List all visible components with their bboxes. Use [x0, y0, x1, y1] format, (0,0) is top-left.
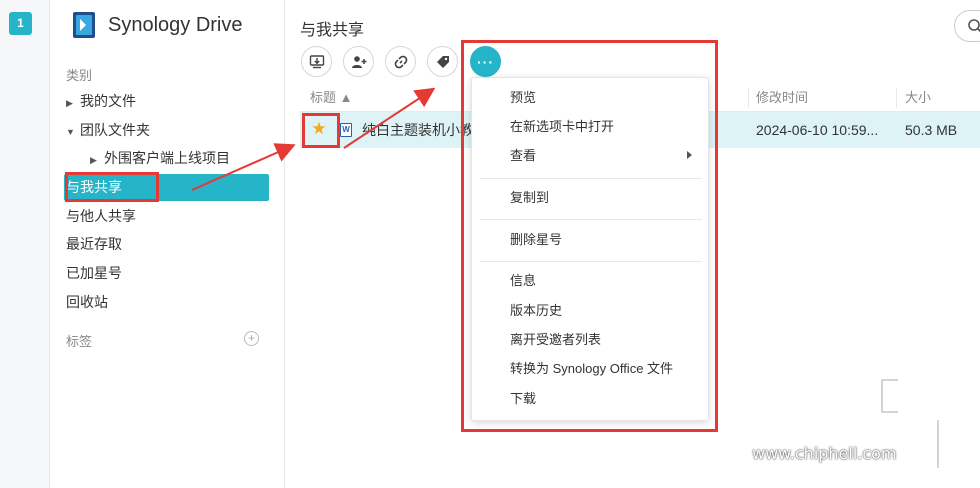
nav-label: 团队文件夹	[80, 122, 150, 138]
nav-team-folder[interactable]: ▼ 团队文件夹	[66, 117, 150, 143]
add-tag-button[interactable]: +	[244, 331, 259, 346]
column-modified[interactable]: 修改时间	[756, 84, 808, 112]
annotation-box-nav	[65, 172, 159, 202]
chevron-right-icon[interactable]: ▶	[66, 90, 78, 116]
nav-recycle-bin[interactable]: 回收站	[66, 289, 108, 315]
synology-drive-logo-icon	[73, 12, 95, 38]
file-modified: 2024-06-10 10:59...	[756, 122, 879, 138]
watermark-url: www.chiphell.com	[752, 444, 897, 463]
nav-my-files[interactable]: ▶ 我的文件	[66, 88, 136, 114]
annotation-box-menu	[461, 40, 718, 432]
search-button[interactable]	[954, 10, 980, 42]
chevron-right-icon[interactable]: ▶	[90, 147, 102, 173]
link-icon	[394, 55, 407, 68]
app-window: 1 Synology Drive 类别 ▶ 我的文件 ▼ 团队文件夹 ▶ 外围客户端上…	[0, 0, 980, 488]
annotation-box-star	[302, 113, 340, 148]
workspace-badge[interactable]: 1	[9, 12, 32, 35]
file-size: 50.3 MB	[905, 122, 958, 138]
left-rail: 1	[0, 0, 50, 488]
tag-button[interactable]	[427, 46, 458, 77]
add-user-icon	[351, 55, 366, 68]
app-title: Synology Drive	[108, 14, 243, 36]
tags-label: 标签	[66, 334, 93, 349]
search-icon	[968, 19, 980, 33]
chevron-down-icon[interactable]: ▼	[66, 119, 78, 145]
link-button[interactable]	[385, 46, 416, 77]
word-file-icon: W	[340, 123, 352, 137]
column-size[interactable]: 大小	[905, 84, 931, 112]
nav-starred[interactable]: 已加星号	[66, 260, 122, 286]
nav-label: 我的文件	[80, 93, 136, 109]
nav-recent[interactable]: 最近存取	[66, 231, 122, 257]
column-divider[interactable]	[748, 88, 749, 108]
nav-project-folder[interactable]: ▶ 外围客户端上线项目	[90, 145, 230, 171]
nav-shared-with-others[interactable]: 与他人共享	[66, 203, 136, 229]
nav-label: 外围客户端上线项目	[104, 150, 230, 166]
share-button[interactable]	[343, 46, 374, 77]
sidebar: Synology Drive 类别 ▶ 我的文件 ▼ 团队文件夹 ▶ 外围客户端上线项…	[50, 0, 285, 488]
category-label: 类别	[66, 68, 93, 83]
column-divider[interactable]	[896, 88, 897, 108]
tag-icon	[436, 55, 449, 68]
file-name[interactable]: 纯白主题装机小教	[362, 112, 474, 148]
download-button[interactable]	[301, 46, 332, 77]
page-title: 与我共享	[300, 22, 365, 39]
download-to-computer-icon	[309, 54, 324, 68]
column-title[interactable]: 标题 ▲	[310, 84, 352, 112]
